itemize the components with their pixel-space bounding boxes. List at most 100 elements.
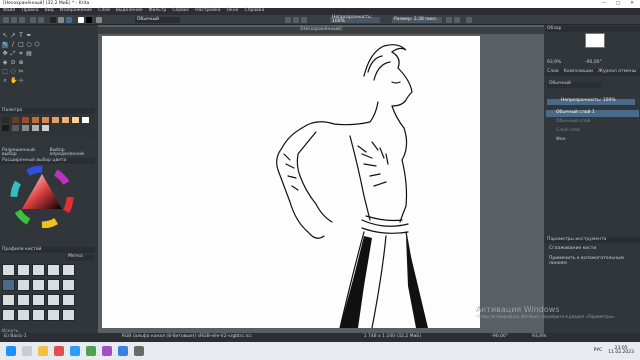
brush-set-1[interactable]: Разрешенный выбор (2, 148, 46, 158)
menu-view[interactable]: Вид (45, 9, 54, 14)
redo-icon[interactable] (38, 17, 44, 23)
brush-preset[interactable] (47, 294, 60, 306)
wrap-around-icon[interactable] (466, 17, 472, 23)
rectangle-tool-icon[interactable]: □ (18, 42, 24, 48)
palette-swatch[interactable] (2, 125, 9, 131)
brush-preset[interactable] (62, 264, 75, 276)
tab-layers[interactable]: Слои (547, 70, 559, 75)
brush-preset[interactable] (2, 264, 15, 276)
background-color-icon[interactable] (86, 17, 92, 23)
menu-window[interactable]: Окно (226, 9, 238, 14)
menu-layer[interactable]: Слой (98, 9, 110, 14)
brush-preset[interactable] (17, 309, 30, 321)
undo-icon[interactable] (30, 17, 36, 23)
palette-swatch[interactable] (42, 125, 49, 131)
minimize-button[interactable]: — (601, 1, 606, 7)
brush-preset[interactable] (32, 294, 45, 306)
assistant-tool-icon[interactable]: ⊕ (18, 60, 24, 66)
browser-icon[interactable] (54, 346, 64, 356)
layer-row[interactable]: Обычный слой (546, 119, 639, 126)
fill-gradient-icon[interactable] (50, 17, 56, 23)
brush-tag-select[interactable]: Метка (66, 254, 94, 261)
measure-tool-icon[interactable]: ⊹ (18, 78, 24, 84)
gradient-tool-icon[interactable]: ▤ (26, 51, 32, 57)
move-tool-icon[interactable]: ✥ (2, 51, 8, 57)
brush-preset[interactable] (32, 264, 45, 276)
menu-edit[interactable]: Правка (21, 9, 38, 14)
brush-preset[interactable] (62, 279, 75, 291)
crop-tool-icon[interactable]: ⌗ (18, 51, 24, 57)
palette-swatch[interactable] (72, 117, 79, 123)
freehand-brush-icon[interactable]: ✎ (2, 42, 8, 48)
brush-preset[interactable] (17, 279, 30, 291)
krita-taskbar-icon[interactable] (134, 346, 144, 356)
brush-preset[interactable] (62, 294, 75, 306)
palette-swatch[interactable] (22, 125, 29, 131)
pattern-icon[interactable] (58, 17, 64, 23)
brush-preset[interactable] (32, 309, 45, 321)
palette-swatch[interactable] (22, 117, 29, 123)
brush-preset[interactable] (32, 279, 45, 291)
palette-swatch[interactable] (12, 117, 19, 123)
palette-swatch[interactable] (52, 117, 59, 123)
palette-swatch[interactable] (42, 117, 49, 123)
menu-filter[interactable]: Фильтр (149, 9, 167, 14)
palette-swatch[interactable] (32, 125, 39, 131)
brush-preset[interactable] (17, 264, 30, 276)
eraser-mode-icon[interactable] (285, 17, 291, 23)
brush-preset-icon[interactable] (66, 17, 72, 23)
swap-colors-icon[interactable] (96, 17, 102, 23)
drawing-canvas[interactable] (102, 36, 480, 329)
menu-select[interactable]: Выделение (116, 9, 143, 14)
explorer-icon[interactable] (38, 346, 48, 356)
color-wheel[interactable] (8, 166, 76, 228)
calligraphy-icon[interactable]: ✒ (26, 33, 32, 39)
layer-row[interactable]: Слой слоя (546, 128, 639, 135)
ellipse-select-icon[interactable]: ◌ (10, 69, 16, 75)
select-shapes-icon[interactable]: ↖ (2, 33, 8, 39)
blend-mode-select[interactable]: Обычный (135, 17, 180, 23)
language-indicator[interactable]: РУС (594, 348, 603, 354)
brush-preset[interactable] (2, 294, 15, 306)
line-tool-icon[interactable]: / (10, 42, 16, 48)
palette-swatch[interactable] (32, 117, 39, 123)
freehand-select-icon[interactable]: ✂ (18, 69, 24, 75)
menu-tools[interactable]: Сервис (172, 9, 189, 14)
app2-icon[interactable] (102, 346, 112, 356)
open-icon[interactable] (11, 17, 17, 23)
foreground-color-icon[interactable] (78, 17, 84, 23)
tab-undo-history[interactable]: Журнал отмены (598, 70, 636, 75)
maximize-button[interactable]: □ (616, 1, 620, 7)
menu-help[interactable]: Справка (244, 9, 264, 14)
snap-assistants-checkbox[interactable]: Применить к вспомогательным линиям (549, 256, 640, 266)
brush-preset[interactable] (17, 294, 30, 306)
fill-tool-icon[interactable]: ◈ (2, 60, 8, 66)
preserve-alpha-icon[interactable] (293, 17, 299, 23)
edge-icon[interactable] (70, 346, 80, 356)
transform-tool-icon[interactable]: ⤢ (10, 51, 16, 57)
color-picker-icon[interactable]: ⊙ (10, 60, 16, 66)
app-icon[interactable] (86, 346, 96, 356)
brush-set-2[interactable]: Выбор определенной (50, 148, 95, 158)
brush-preset[interactable] (47, 279, 60, 291)
app3-icon[interactable] (118, 346, 128, 356)
menu-settings[interactable]: Настройка (195, 9, 220, 14)
start-icon[interactable] (6, 346, 16, 356)
layer-row[interactable]: Обычный слой 1 (546, 110, 639, 117)
text-tool-icon[interactable]: T (18, 33, 24, 39)
palette-swatch[interactable] (62, 117, 69, 123)
layer-row[interactable]: Фон (546, 137, 639, 144)
pan-tool-icon[interactable]: ✋ (10, 78, 17, 84)
zoom-tool-icon[interactable]: ⌕ (2, 78, 8, 84)
document-tab[interactable]: [Несохранённый] (98, 27, 544, 34)
close-button[interactable]: ✕ (630, 1, 634, 7)
reload-preset-icon[interactable] (301, 17, 307, 23)
save-icon[interactable] (19, 17, 25, 23)
tab-compositions[interactable]: Композиции (564, 70, 593, 75)
opacity-slider[interactable]: Непрозрачность: 100% (330, 15, 380, 24)
brush-preset[interactable] (2, 279, 15, 291)
menu-image[interactable]: Изображение (60, 9, 92, 14)
palette-swatch[interactable] (82, 117, 89, 123)
overview-thumbnail[interactable] (585, 33, 605, 48)
palette-swatch[interactable] (2, 117, 9, 123)
